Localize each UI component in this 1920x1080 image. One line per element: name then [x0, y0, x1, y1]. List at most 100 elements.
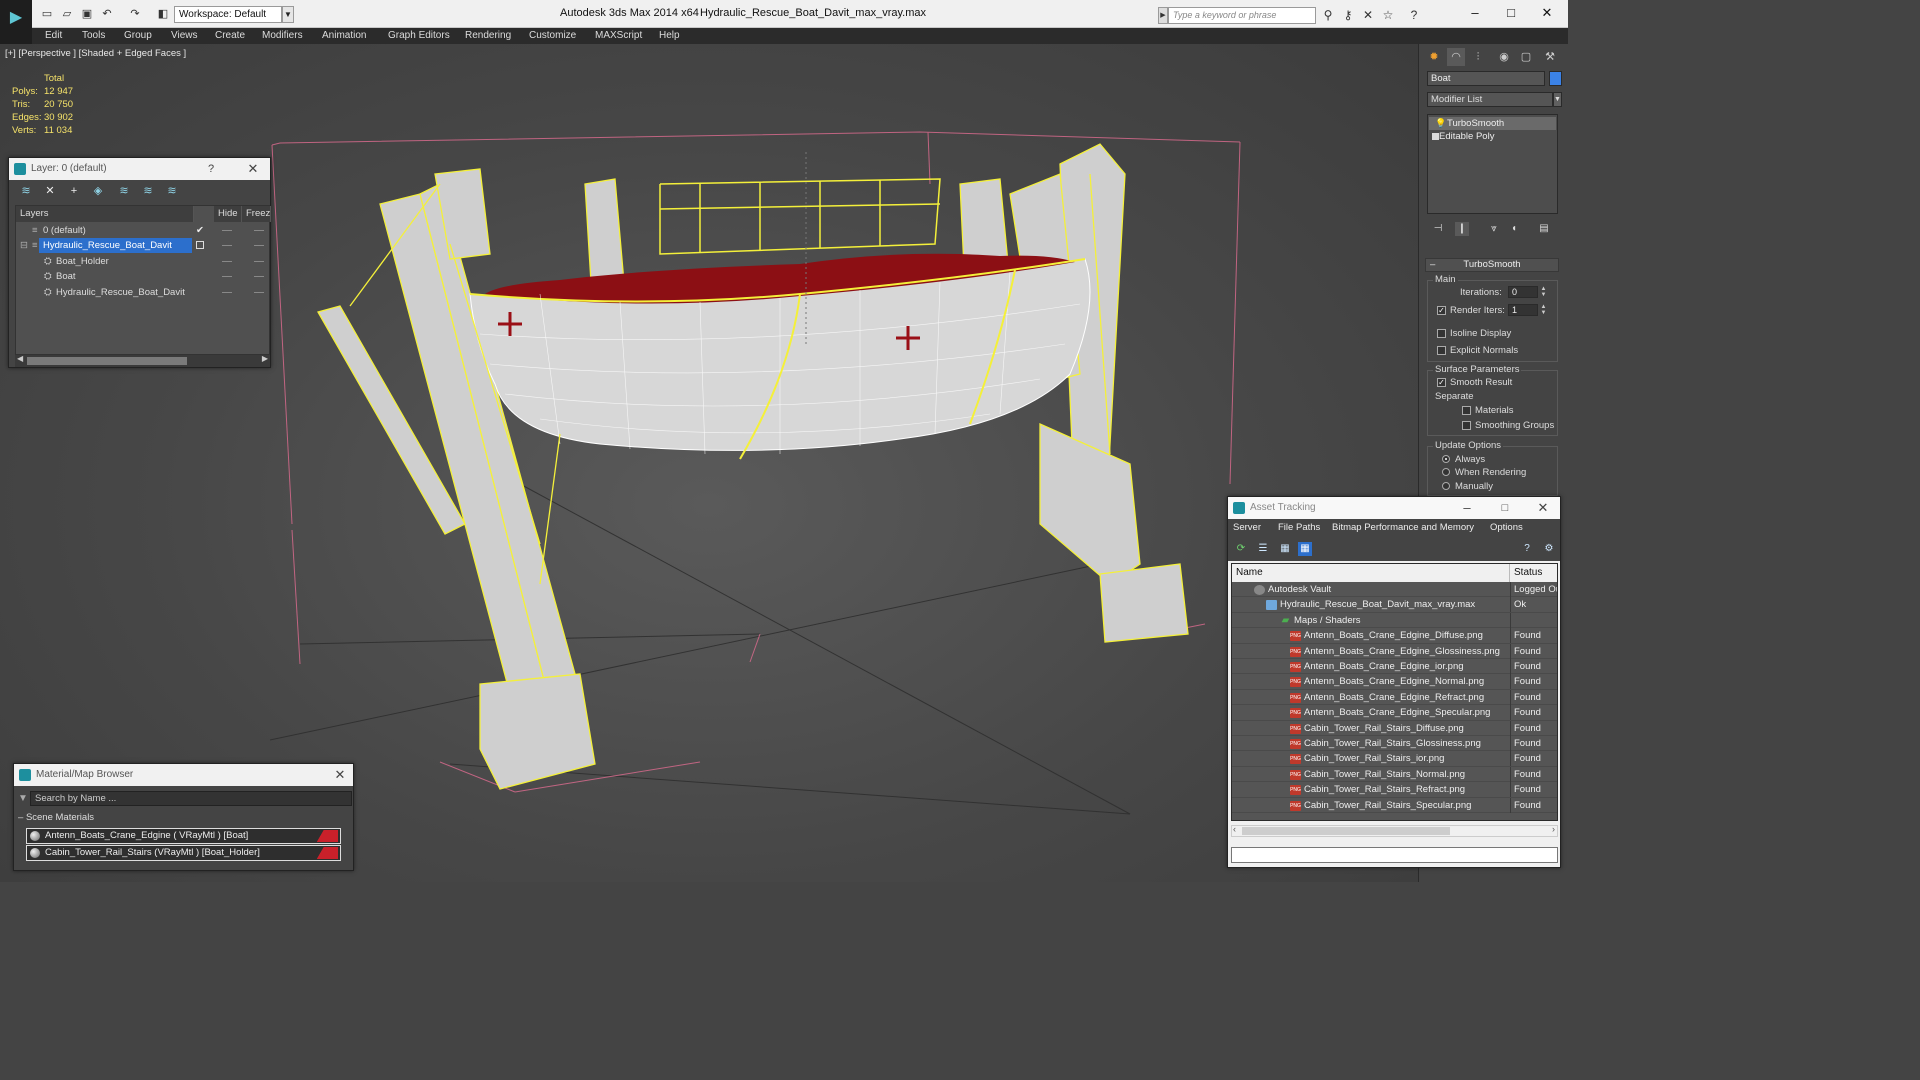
asset-maximize-button[interactable]: □	[1494, 497, 1516, 519]
scene-materials-group[interactable]: – Scene Materials	[18, 812, 94, 823]
render-iters-spinner[interactable]: 1	[1508, 304, 1538, 316]
asset-row[interactable]: PNG Cabin_Tower_Rail_Stairs_Glossiness.pn…	[1232, 736, 1557, 752]
iterations-spinner-arrows-icon[interactable]: ▲ ▼	[1540, 286, 1547, 298]
asset-table-hscrollbar[interactable]: ‹ ›	[1231, 824, 1558, 837]
asset-close-button[interactable]: ✕	[1532, 497, 1554, 519]
status-column-header[interactable]: Status	[1510, 564, 1557, 582]
render-iters-spinner-arrows-icon[interactable]: ▲ ▼	[1540, 304, 1547, 316]
hide-toggle[interactable]	[222, 230, 232, 231]
asset-settings-icon[interactable]: ⚙	[1542, 542, 1556, 556]
update-when-rendering-radio[interactable]	[1442, 468, 1450, 476]
hide-toggle[interactable]	[222, 292, 232, 293]
hide-all-layers-icon[interactable]: ≋	[165, 184, 179, 198]
lightbulb-icon[interactable]: 💡	[1435, 117, 1446, 130]
asset-row[interactable]: PNG Antenn_Boats_Crane_Edgine_Glossiness.…	[1232, 643, 1557, 659]
update-always-radio[interactable]	[1442, 455, 1450, 463]
hierarchy-tab-icon[interactable]: ⫶	[1469, 48, 1487, 66]
material-item[interactable]: Cabin_Tower_Rail_Stairs (VRayMtl ) [Boat…	[26, 845, 341, 861]
favorites-star-icon[interactable]: ☆	[1380, 7, 1396, 23]
scroll-left-icon[interactable]: ◀	[17, 354, 23, 363]
list-view-icon[interactable]: ☰	[1256, 542, 1270, 556]
save-file-icon[interactable]: ▣	[80, 7, 94, 21]
subscription-icon[interactable]: ⚷	[1340, 7, 1356, 23]
pin-stack-icon[interactable]: ⊣	[1431, 222, 1445, 236]
render-iters-checkbox[interactable]: ✓	[1437, 306, 1446, 315]
freeze-toggle[interactable]	[254, 276, 264, 277]
asset-row[interactable]: PNG Cabin_Tower_Rail_Stairs_Specular.png F…	[1232, 797, 1557, 813]
object-name-field[interactable]: Boat	[1427, 71, 1545, 86]
asset-row[interactable]: PNG Antenn_Boats_Crane_Edgine_Normal.png F…	[1232, 674, 1557, 690]
menu-create[interactable]: Create	[215, 29, 245, 43]
motion-tab-icon[interactable]: ◉	[1495, 48, 1513, 66]
asset-row[interactable]: PNG Antenn_Boats_Crane_Edgine_Specular.pn…	[1232, 705, 1557, 721]
asset-scroll-thumb[interactable]	[1242, 827, 1450, 835]
create-tab-icon[interactable]: ✹	[1425, 48, 1443, 66]
freeze-toggle[interactable]	[254, 292, 264, 293]
freeze-toggle[interactable]	[254, 230, 264, 231]
asset-menu-file[interactable]: File	[1278, 521, 1293, 535]
menu-maxscript[interactable]: MAXScript	[595, 29, 642, 43]
redo-icon[interactable]: ↷	[128, 7, 142, 21]
asset-row[interactable]: Autodesk Vault Logged Ou	[1232, 582, 1557, 598]
menu-tools[interactable]: Tools	[82, 29, 105, 43]
scroll-left-icon[interactable]: ‹	[1233, 824, 1236, 834]
asset-menu-paths[interactable]: Paths	[1296, 521, 1320, 535]
hide-toggle[interactable]	[222, 261, 232, 262]
freeze-toggle[interactable]	[254, 261, 264, 262]
menu-customize[interactable]: Customize	[529, 29, 576, 43]
modify-tab-icon[interactable]: ◠	[1447, 48, 1465, 66]
asset-help-icon[interactable]: ?	[1520, 542, 1534, 556]
configure-sets-icon[interactable]: ▤	[1537, 222, 1551, 236]
name-column-header[interactable]: Name	[1232, 564, 1510, 582]
menu-modifiers[interactable]: Modifiers	[262, 29, 303, 43]
collapse-icon[interactable]: –	[18, 812, 26, 823]
asset-row[interactable]: PNG Antenn_Boats_Crane_Edgine_Refract.png…	[1232, 689, 1557, 706]
layer-list-hscrollbar[interactable]: ◀ ▶	[15, 354, 270, 367]
table-view-icon[interactable]: ▦	[1298, 542, 1312, 556]
select-layer-objects-icon[interactable]: ≋	[117, 184, 131, 198]
utilities-tab-icon[interactable]: ⚒	[1541, 48, 1559, 66]
iterations-spinner[interactable]: 0	[1508, 286, 1538, 298]
project-folder-icon[interactable]: ◧	[156, 7, 170, 21]
show-end-result-icon[interactable]: ❙	[1455, 222, 1469, 236]
viewport-label[interactable]: [+] [Perspective ] [Shaded + Edged Faces…	[5, 48, 186, 59]
update-manually-radio[interactable]	[1442, 482, 1450, 490]
make-unique-icon[interactable]: ⩔	[1487, 222, 1501, 236]
expand-plus-icon[interactable]	[1432, 133, 1439, 140]
turbosmooth-rollout-header[interactable]: – TurboSmooth	[1425, 258, 1559, 272]
search-expand-icon[interactable]: ▶	[1158, 7, 1168, 24]
asset-row[interactable]: ▰ Maps / Shaders	[1232, 612, 1557, 629]
layer-dialog-help-button[interactable]: ?	[200, 158, 222, 180]
layer-current-box-icon[interactable]	[196, 241, 204, 249]
modifier-list-arrow-icon[interactable]: ▼	[1553, 92, 1562, 107]
scroll-right-icon[interactable]: ▶	[262, 354, 268, 363]
modifier-list-dropdown[interactable]: Modifier List	[1427, 92, 1553, 107]
asset-menu-bitmap-performance[interactable]: Bitmap Performance and Memory	[1332, 521, 1474, 535]
material-browser-title[interactable]: Material/Map Browser	[14, 764, 353, 786]
layer-row-selected[interactable]: ⊟ ≡ Hydraulic_Rescue_Boat_Davit	[16, 238, 269, 253]
workspace-dropdown[interactable]: Workspace: Default	[174, 6, 282, 23]
close-window-button[interactable]: ✕	[1532, 4, 1562, 22]
hide-toggle[interactable]	[222, 245, 232, 246]
freeze-column-header[interactable]: Freeze	[242, 206, 271, 222]
scroll-right-icon[interactable]: ›	[1552, 824, 1555, 834]
asset-menu-server[interactable]: Server	[1233, 521, 1261, 535]
communication-icon[interactable]: ✕	[1360, 7, 1376, 23]
menu-edit[interactable]: Edit	[45, 29, 62, 43]
asset-row[interactable]: PNG Cabin_Tower_Rail_Stairs_Normal.png Fou…	[1232, 766, 1557, 783]
layer-properties-icon[interactable]: ≋	[19, 184, 33, 198]
help-icon[interactable]: ?	[1406, 7, 1422, 23]
keyword-search-input[interactable]: Type a keyword or phrase	[1168, 7, 1316, 24]
expand-icon[interactable]: ⊟	[20, 238, 28, 253]
material-item[interactable]: Antenn_Boats_Crane_Edgine ( VRayMtl ) [B…	[26, 828, 341, 844]
create-layer-icon[interactable]: +	[67, 184, 81, 198]
hide-toggle[interactable]	[222, 276, 232, 277]
layer-dialog-title[interactable]: Layer: 0 (default)	[9, 158, 270, 180]
stack-item-turbosmooth[interactable]: 💡 TurboSmooth	[1429, 117, 1556, 130]
open-file-icon[interactable]: ▱	[60, 7, 74, 21]
asset-row[interactable]: PNG Cabin_Tower_Rail_Stairs_Diffuse.png Fo…	[1232, 720, 1557, 736]
layer-row[interactable]: ⛭ Hydraulic_Rescue_Boat_Davit	[16, 285, 269, 300]
layer-list-scroll-thumb[interactable]	[27, 357, 187, 365]
separate-materials-checkbox[interactable]	[1462, 406, 1471, 415]
collapse-icon[interactable]: –	[1430, 259, 1435, 271]
